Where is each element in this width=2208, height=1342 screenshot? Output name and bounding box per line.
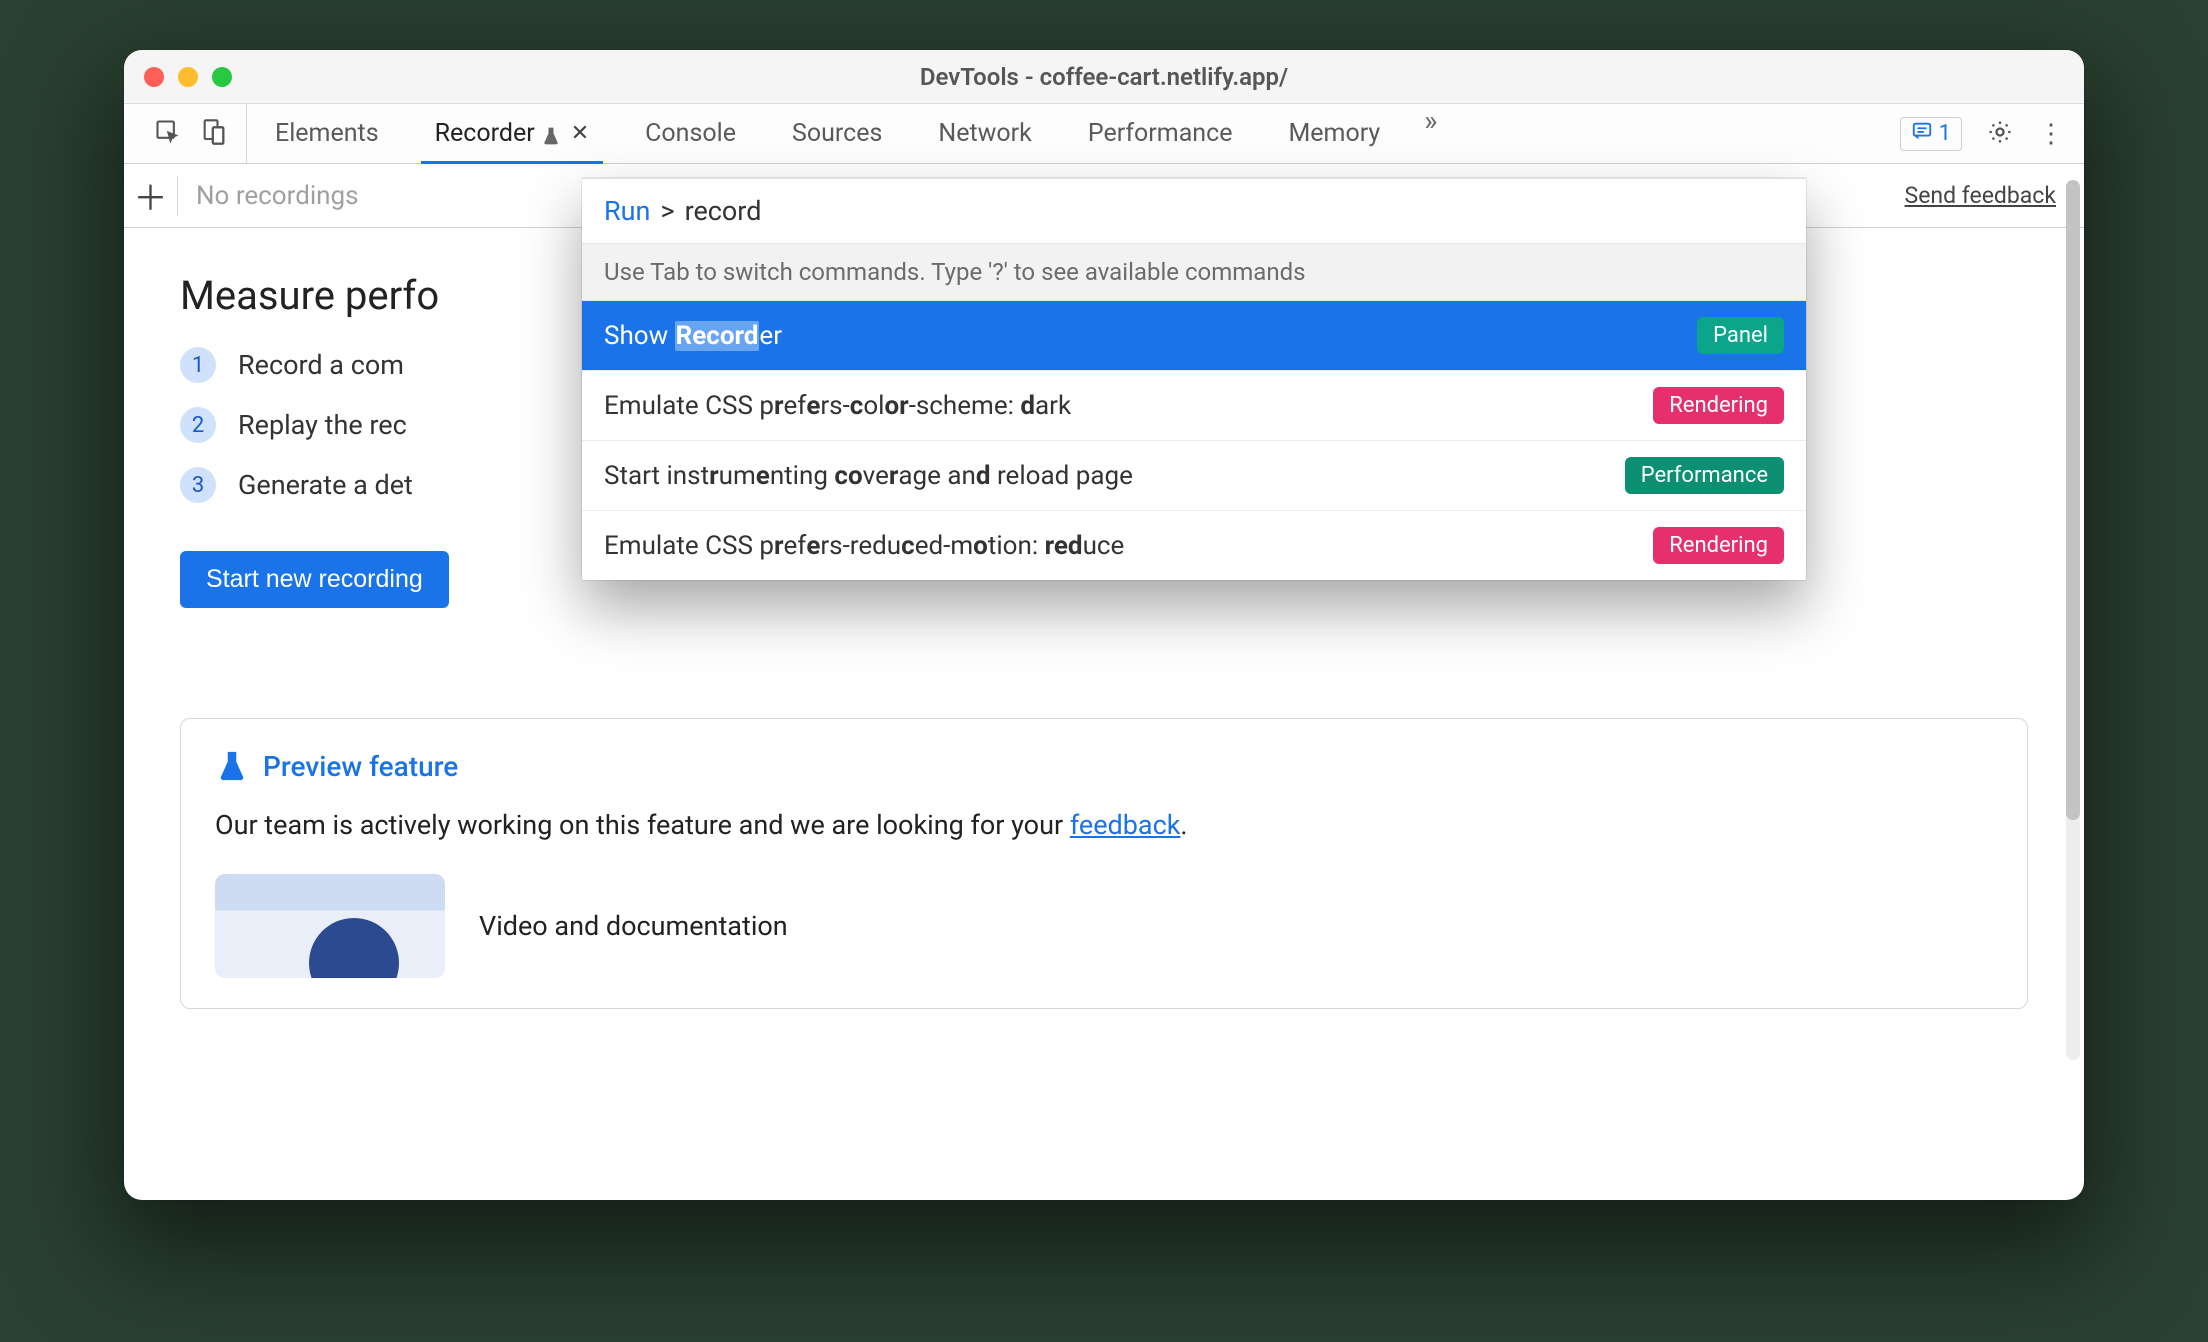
- more-menu-icon[interactable]: ⋮: [2038, 119, 2066, 149]
- tab-elements[interactable]: Elements: [247, 104, 407, 163]
- start-recording-button[interactable]: Start new recording: [180, 551, 449, 608]
- preview-title: Preview feature: [263, 750, 458, 783]
- window-minimize-button[interactable]: [178, 67, 198, 87]
- command-item-label: Emulate CSS prefers-color-scheme: dark: [604, 391, 1071, 421]
- tab-label: Elements: [275, 119, 379, 148]
- command-item-coverage[interactable]: Start instrumenting coverage and reload …: [582, 441, 1806, 511]
- titlebar: DevTools - coffee-cart.netlify.app/: [124, 50, 2084, 104]
- tab-label: Recorder: [435, 119, 535, 148]
- command-query: record: [685, 195, 762, 227]
- issues-icon: [1911, 120, 1933, 148]
- beaker-icon: [541, 124, 561, 144]
- command-palette: Run > record Use Tab to switch commands. …: [582, 178, 1806, 580]
- command-item-emulate-dark[interactable]: Emulate CSS prefers-color-scheme: dark R…: [582, 371, 1806, 441]
- tab-label: Memory: [1288, 119, 1380, 148]
- inspect-element-icon[interactable]: [154, 118, 182, 150]
- feedback-link[interactable]: feedback: [1070, 809, 1181, 841]
- vertical-scrollbar[interactable]: [2066, 180, 2080, 1060]
- settings-icon[interactable]: [1986, 118, 2014, 150]
- device-toggle-icon[interactable]: [200, 118, 228, 150]
- step-text: Record a com: [238, 349, 404, 381]
- tab-close-icon[interactable]: ✕: [571, 121, 589, 146]
- tab-memory[interactable]: Memory: [1260, 104, 1408, 163]
- step-text: Replay the rec: [238, 409, 407, 441]
- preview-text: Our team is actively working on this fea…: [215, 805, 1993, 846]
- window-close-button[interactable]: [144, 67, 164, 87]
- tab-sources[interactable]: Sources: [764, 104, 910, 163]
- command-item-badge: Panel: [1697, 317, 1784, 354]
- beaker-icon: [215, 749, 249, 783]
- command-item-reduced-motion[interactable]: Emulate CSS prefers-reduced-motion: redu…: [582, 511, 1806, 580]
- video-thumbnail[interactable]: [215, 874, 445, 978]
- run-label: Run: [604, 195, 650, 227]
- command-item-badge: Rendering: [1653, 527, 1784, 564]
- step-number-badge: 2: [180, 407, 216, 443]
- tabstrip-right-controls: 1 ⋮: [1900, 104, 2066, 163]
- tab-network[interactable]: Network: [910, 104, 1059, 163]
- command-item-label: Start instrumenting coverage and reload …: [604, 461, 1133, 491]
- prompt-chevron-icon: >: [660, 195, 674, 227]
- step-number-badge: 3: [180, 467, 216, 503]
- issues-count: 1: [1939, 121, 1951, 146]
- doc-title: Video and documentation: [479, 910, 788, 942]
- tab-label: Performance: [1088, 119, 1233, 148]
- tab-label: Console: [645, 119, 736, 148]
- command-item-show-recorder[interactable]: Show Recorder Panel: [582, 301, 1806, 371]
- issues-badge[interactable]: 1: [1900, 117, 1962, 151]
- preview-header: Preview feature: [215, 749, 1993, 783]
- command-palette-input[interactable]: Run > record: [582, 179, 1806, 243]
- tabs: Elements Recorder ✕ Console Sources Netw…: [247, 104, 1437, 163]
- tabs-overflow-icon[interactable]: »: [1408, 104, 1437, 163]
- tab-label: Network: [938, 119, 1031, 148]
- step-number-badge: 1: [180, 347, 216, 383]
- scrollbar-thumb[interactable]: [2066, 180, 2080, 820]
- inspect-tools: [136, 104, 247, 163]
- tab-performance[interactable]: Performance: [1060, 104, 1261, 163]
- new-recording-button[interactable]: ＋: [138, 176, 178, 216]
- tab-recorder[interactable]: Recorder ✕: [407, 104, 618, 163]
- tabstrip: Elements Recorder ✕ Console Sources Netw…: [124, 104, 2084, 164]
- preview-feature-box: Preview feature Our team is actively wor…: [180, 718, 2028, 1009]
- devtools-window: DevTools - coffee-cart.netlify.app/ Elem…: [124, 50, 2084, 1200]
- traffic-lights: [144, 67, 232, 87]
- tab-console[interactable]: Console: [617, 104, 764, 163]
- tab-label: Sources: [792, 119, 882, 148]
- recordings-dropdown[interactable]: No recordings: [196, 181, 359, 211]
- command-item-label: Emulate CSS prefers-reduced-motion: redu…: [604, 531, 1124, 561]
- command-item-badge: Performance: [1625, 457, 1784, 494]
- window-maximize-button[interactable]: [212, 67, 232, 87]
- command-item-label: Show Recorder: [604, 321, 782, 351]
- doc-row: Video and documentation: [215, 874, 1993, 978]
- step-text: Generate a det: [238, 469, 413, 501]
- send-feedback-link[interactable]: Send feedback: [1905, 182, 2056, 209]
- window-title: DevTools - coffee-cart.netlify.app/: [124, 63, 2084, 91]
- command-item-badge: Rendering: [1653, 387, 1784, 424]
- command-palette-hint: Use Tab to switch commands. Type '?' to …: [582, 243, 1806, 301]
